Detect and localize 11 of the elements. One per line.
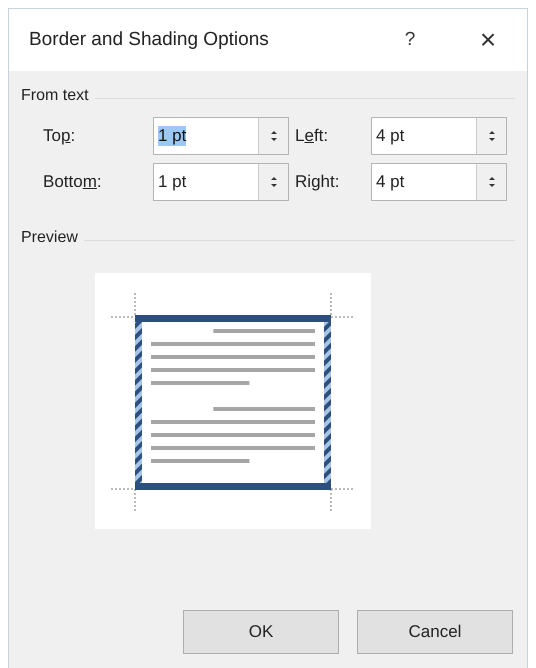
dialog-button[interactable]: Cancel: [357, 610, 513, 654]
dialog-button[interactable]: OK: [183, 610, 339, 654]
group-heading: From text: [21, 87, 89, 105]
field-label: Top:: [42, 126, 76, 146]
help-button[interactable]: ?: [385, 20, 435, 60]
field-label: Bottom:: [42, 172, 103, 192]
window-title: Border and Shading Options: [29, 29, 270, 51]
field-label: Left:: [294, 126, 330, 146]
close-button[interactable]: ×: [463, 20, 513, 60]
group-heading: Preview: [21, 229, 78, 247]
field-label: Right:: [294, 172, 340, 192]
